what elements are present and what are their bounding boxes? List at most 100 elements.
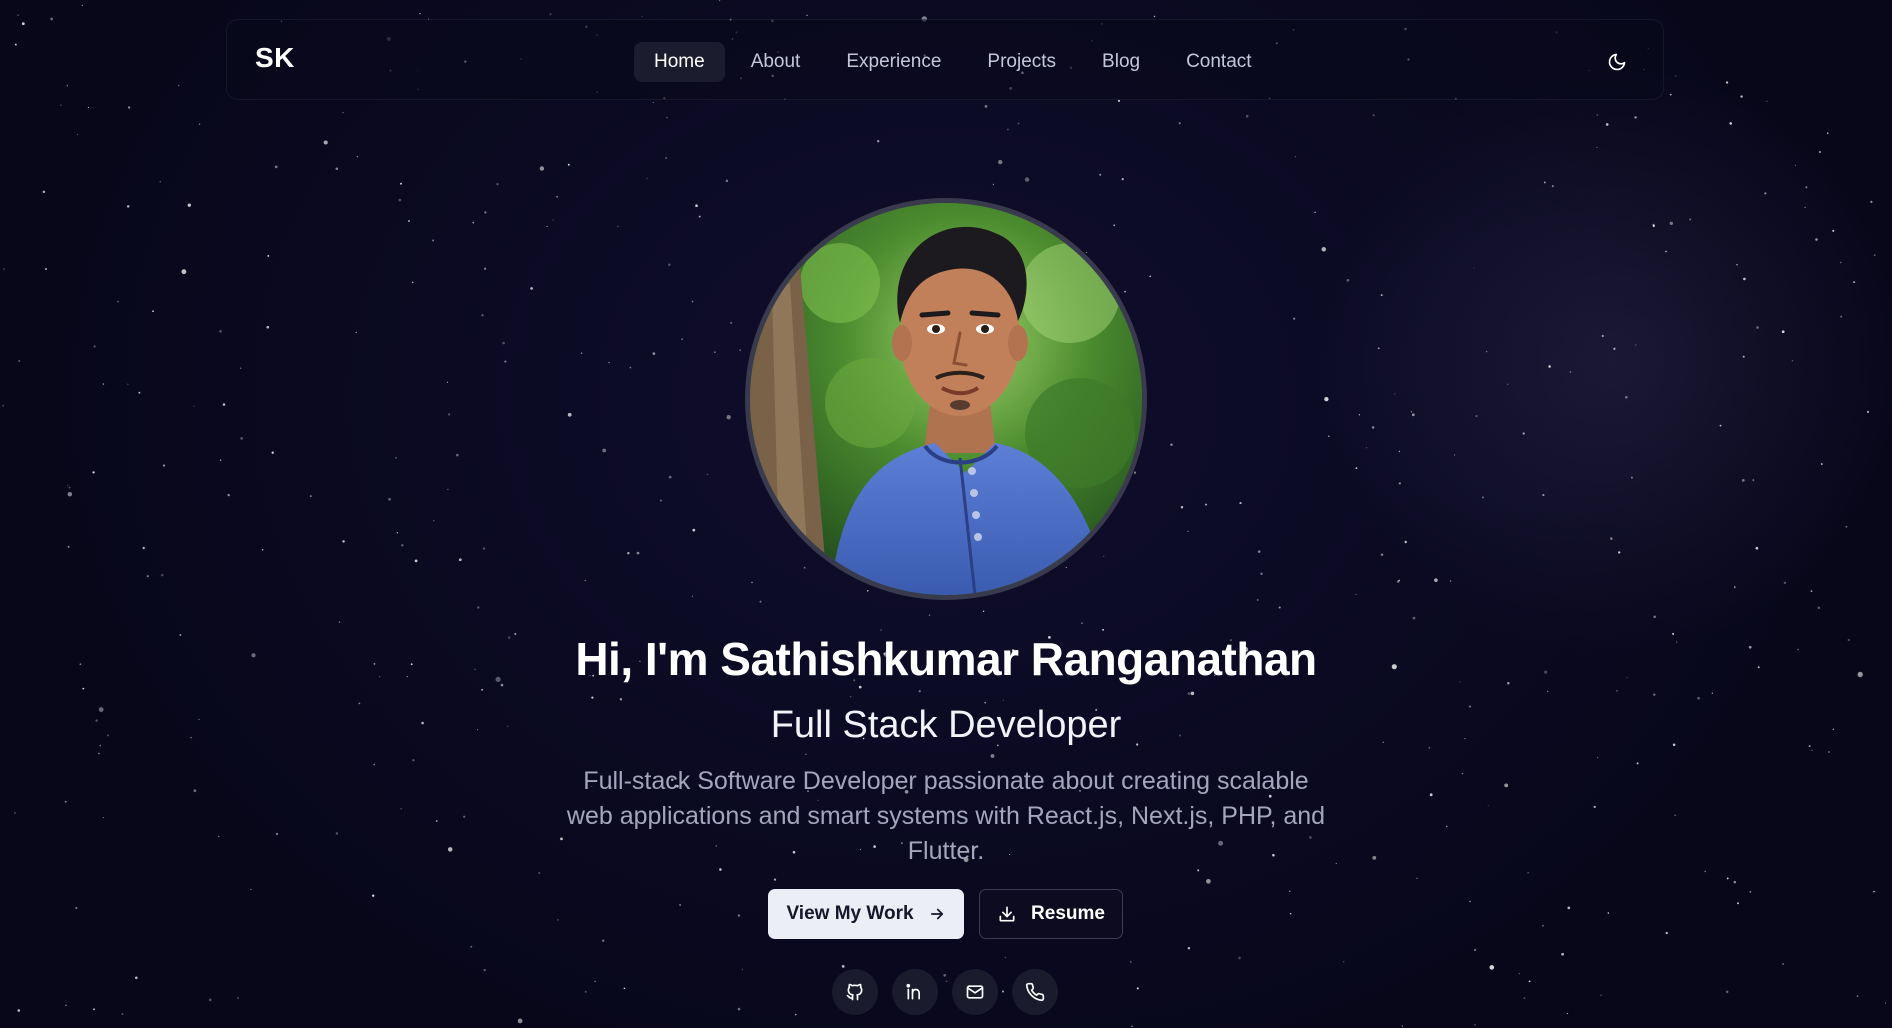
star xyxy=(1429,793,1433,797)
star xyxy=(75,906,78,910)
theme-toggle-button[interactable] xyxy=(1599,44,1635,80)
view-my-work-button[interactable]: View My Work xyxy=(768,889,964,939)
star xyxy=(1372,114,1375,117)
star xyxy=(652,101,654,103)
star xyxy=(636,551,640,555)
star xyxy=(1473,948,1477,952)
star xyxy=(1004,956,1006,959)
star xyxy=(1600,994,1602,996)
star xyxy=(982,610,985,612)
star xyxy=(1099,173,1102,176)
star xyxy=(1002,699,1004,701)
star xyxy=(193,405,195,407)
star xyxy=(1794,164,1797,166)
nav-item-home[interactable]: Home xyxy=(634,42,725,82)
star xyxy=(1449,580,1452,582)
star xyxy=(1805,186,1808,189)
star xyxy=(447,413,451,416)
star xyxy=(1380,553,1384,556)
star xyxy=(408,220,410,222)
star xyxy=(18,360,21,362)
star xyxy=(411,281,414,284)
nav-item-experience[interactable]: Experience xyxy=(826,42,961,82)
star xyxy=(1873,890,1875,893)
star xyxy=(691,595,693,597)
logo[interactable]: SK xyxy=(255,42,295,74)
star xyxy=(1130,961,1132,963)
nav-item-blog[interactable]: Blog xyxy=(1082,42,1160,82)
star xyxy=(1749,890,1752,893)
star xyxy=(484,211,487,214)
github-link[interactable] xyxy=(832,969,878,1015)
star xyxy=(400,807,403,810)
nav-item-about[interactable]: About xyxy=(731,42,821,82)
star xyxy=(481,314,484,317)
email-link[interactable] xyxy=(952,969,998,1015)
star xyxy=(102,383,105,385)
star xyxy=(187,203,191,207)
star xyxy=(1736,902,1740,905)
star xyxy=(659,499,662,502)
star xyxy=(44,267,48,271)
nav-item-projects[interactable]: Projects xyxy=(967,42,1076,82)
star xyxy=(928,614,931,616)
star xyxy=(447,847,453,852)
star xyxy=(627,551,630,555)
star xyxy=(737,914,741,917)
star xyxy=(1260,572,1263,576)
star xyxy=(1434,578,1438,582)
star xyxy=(880,629,882,631)
star xyxy=(1343,961,1345,963)
star xyxy=(222,403,226,406)
star xyxy=(335,832,339,835)
phone-link[interactable] xyxy=(1012,969,1058,1015)
linkedin-link[interactable] xyxy=(892,969,938,1015)
star xyxy=(1652,223,1655,227)
star xyxy=(66,85,69,87)
star xyxy=(695,204,698,208)
star xyxy=(1314,211,1316,214)
star xyxy=(1669,221,1673,226)
star xyxy=(388,497,391,501)
star xyxy=(1187,947,1191,950)
star xyxy=(567,163,570,166)
nav-item-contact[interactable]: Contact xyxy=(1166,42,1271,82)
star xyxy=(1180,505,1184,509)
star xyxy=(1278,606,1281,609)
view-my-work-label: View My Work xyxy=(786,903,914,924)
star xyxy=(1256,598,1259,601)
star xyxy=(1411,413,1415,417)
star xyxy=(1866,410,1870,414)
star xyxy=(1461,772,1464,775)
star xyxy=(1840,315,1843,318)
hero-subheadline: Full Stack Developer xyxy=(770,704,1122,746)
star xyxy=(725,179,729,183)
star xyxy=(877,140,880,143)
star xyxy=(1832,229,1835,232)
star xyxy=(1742,355,1745,358)
star xyxy=(1136,987,1139,990)
star xyxy=(990,754,995,758)
star xyxy=(1634,116,1637,119)
resume-button[interactable]: Resume xyxy=(979,889,1123,939)
star xyxy=(1756,326,1759,329)
star xyxy=(1366,447,1368,449)
star xyxy=(1293,317,1296,320)
phone-icon xyxy=(1025,982,1045,1002)
star xyxy=(50,17,54,21)
star xyxy=(602,448,607,453)
star xyxy=(1398,579,1401,582)
star xyxy=(146,575,149,578)
star xyxy=(741,968,743,970)
star xyxy=(1665,250,1667,253)
star xyxy=(1416,877,1418,879)
star xyxy=(481,688,484,691)
star xyxy=(65,1004,67,1006)
star xyxy=(984,105,988,108)
star xyxy=(1170,443,1173,446)
star xyxy=(400,182,402,185)
star xyxy=(692,528,696,532)
star xyxy=(1674,814,1676,817)
star xyxy=(737,1007,741,1011)
star xyxy=(1541,924,1544,927)
